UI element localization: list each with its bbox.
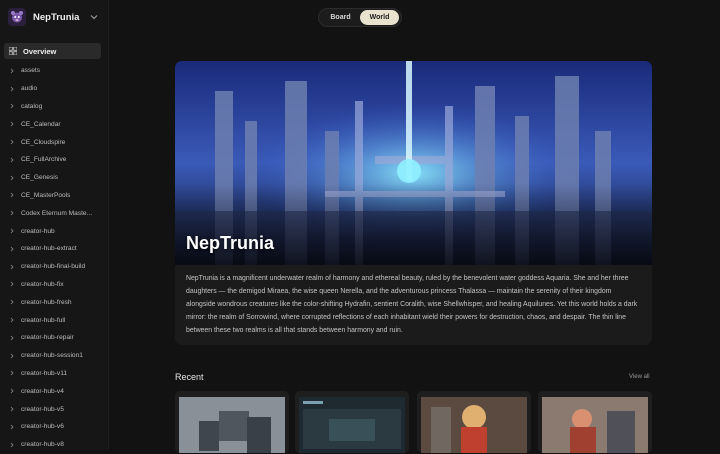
- view-all-link[interactable]: View all: [629, 374, 650, 380]
- sidebar-folder-item[interactable]: creator-hub-v8: [0, 436, 108, 454]
- chevron-right-icon[interactable]: [9, 317, 15, 323]
- sidebar-item-label: Overview: [23, 46, 57, 56]
- sidebar-folder-label: creator-hub-session1: [21, 352, 83, 360]
- view-toggle: Board World: [318, 8, 402, 27]
- chevron-right-icon[interactable]: [9, 103, 15, 109]
- sidebar-folder-item[interactable]: creator-hub-final-build: [0, 258, 108, 276]
- world-hero-card[interactable]: NepTrunia NepTrunia is a magnificent und…: [175, 61, 652, 345]
- chevron-right-icon[interactable]: [9, 210, 15, 216]
- chevron-right-icon[interactable]: [9, 281, 15, 287]
- sidebar-folder-item[interactable]: audio: [0, 80, 108, 98]
- sidebar-folder-item[interactable]: creator-hub-fix: [0, 276, 108, 294]
- chevron-right-icon[interactable]: [9, 442, 15, 448]
- sidebar-folder-label: Codex Eternum Maste...: [21, 209, 93, 217]
- sidebar-folder-item[interactable]: CE_FullArchive: [0, 151, 108, 169]
- sidebar-folder-label: creator-hub-v11: [21, 369, 68, 377]
- sidebar-item-overview[interactable]: Overview: [4, 43, 101, 59]
- world-description: NepTrunia is a magnificent underwater re…: [186, 275, 638, 334]
- chevron-right-icon[interactable]: [9, 335, 15, 341]
- chevron-right-icon[interactable]: [9, 121, 15, 127]
- sidebar-folder-label: creator-hub-final-build: [21, 263, 86, 271]
- chevron-right-icon[interactable]: [9, 192, 15, 198]
- sidebar-folder-item[interactable]: creator-hub-extract: [0, 240, 108, 258]
- sidebar-folder-item[interactable]: CE_Genesis: [0, 169, 108, 187]
- document-screenshot-thumbnail: [299, 397, 405, 453]
- sidebar-folder-label: creator-hub-v6: [21, 423, 64, 431]
- brand-logo-icon: [8, 8, 26, 26]
- sidebar-folder-label: CE_Genesis: [21, 174, 59, 182]
- sidebar-folder-item[interactable]: CE_Calendar: [0, 115, 108, 133]
- sidebar-folder-label: assets: [21, 67, 41, 75]
- recent-item-card[interactable]: [175, 391, 289, 453]
- sidebar-folder-item[interactable]: catalog: [0, 98, 108, 116]
- toggle-board-button[interactable]: Board: [321, 10, 360, 25]
- recent-item-card[interactable]: [538, 391, 652, 453]
- chevron-down-icon[interactable]: [89, 12, 99, 22]
- sidebar-folder-label: catalog: [21, 102, 43, 110]
- chevron-right-icon[interactable]: [9, 370, 15, 376]
- sidebar-folder-item[interactable]: creator-hub-v11: [0, 365, 108, 383]
- sidebar-folder-item[interactable]: Codex Eternum Maste...: [0, 204, 108, 222]
- mech-robot-thumbnail: [179, 397, 285, 453]
- sidebar-folder-item[interactable]: creator-hub-v6: [0, 418, 108, 436]
- toggle-world-button[interactable]: World: [360, 10, 399, 25]
- sidebar-folder-label: creator-hub-v8: [21, 441, 64, 449]
- sidebar-folder-item[interactable]: creator-hub-session1: [0, 347, 108, 365]
- sidebar-folder-label: creator-hub-repair: [21, 334, 74, 342]
- chevron-right-icon[interactable]: [9, 228, 15, 234]
- sidebar-folder-label: creator-hub-v4: [21, 387, 64, 395]
- chevron-right-icon[interactable]: [9, 424, 15, 430]
- sidebar-folder-item[interactable]: creator-hub-repair: [0, 329, 108, 347]
- grid-icon: [9, 47, 17, 55]
- sidebar-folder-label: CE_MasterPools: [21, 191, 71, 199]
- chevron-right-icon[interactable]: [9, 68, 15, 74]
- sidebar-folder-label: CE_FullArchive: [21, 156, 67, 164]
- chevron-right-icon[interactable]: [9, 353, 15, 359]
- sidebar-folder-label: creator-hub-extract: [21, 245, 77, 253]
- sidebar-folder-item[interactable]: creator-hub-v5: [0, 400, 108, 418]
- sidebar-folder-label: creator-hub-fresh: [21, 298, 72, 306]
- sidebar-folder-item[interactable]: creator-hub: [0, 222, 108, 240]
- sidebar: NepTrunia Overview assets audio catalog CE_…: [0, 0, 109, 450]
- workspace-switcher[interactable]: NepTrunia: [8, 7, 99, 27]
- sidebar-folder-label: CE_Calendar: [21, 120, 61, 128]
- chevron-right-icon[interactable]: [9, 175, 15, 181]
- sidebar-folder-item[interactable]: creator-hub-v4: [0, 382, 108, 400]
- world-title: NepTrunia: [186, 233, 275, 253]
- recent-item-card[interactable]: [417, 391, 531, 453]
- chevron-right-icon[interactable]: [9, 246, 15, 252]
- sidebar-folder-label: CE_Cloudspire: [21, 138, 66, 146]
- chevron-right-icon[interactable]: [9, 406, 15, 412]
- chevron-right-icon[interactable]: [9, 299, 15, 305]
- workspace-name: NepTrunia: [33, 11, 80, 23]
- chevron-right-icon[interactable]: [9, 157, 15, 163]
- sidebar-folder-label: creator-hub-v5: [21, 405, 64, 413]
- recent-item-card[interactable]: [295, 391, 409, 453]
- warrior-mech-thumbnail: [542, 397, 648, 453]
- sidebar-folder-item[interactable]: CE_MasterPools: [0, 187, 108, 205]
- sidebar-folder-label: creator-hub: [21, 227, 55, 235]
- sidebar-folder-item[interactable]: creator-hub-full: [0, 311, 108, 329]
- chevron-right-icon[interactable]: [9, 264, 15, 270]
- chevron-right-icon[interactable]: [9, 86, 15, 92]
- sidebar-folder-item[interactable]: assets: [0, 62, 108, 80]
- anime-warrior-thumbnail: [421, 397, 527, 453]
- sidebar-folder-label: creator-hub-fix: [21, 280, 64, 288]
- recent-heading: Recent: [175, 372, 204, 382]
- chevron-right-icon[interactable]: [9, 139, 15, 145]
- folder-list: assets audio catalog CE_Calendar CE_Cloudspi…: [0, 62, 108, 454]
- sidebar-folder-item[interactable]: CE_Cloudspire: [0, 133, 108, 151]
- sidebar-folder-label: creator-hub-full: [21, 316, 66, 324]
- sidebar-folder-label: audio: [21, 85, 38, 93]
- chevron-right-icon[interactable]: [9, 388, 15, 394]
- sidebar-folder-item[interactable]: creator-hub-fresh: [0, 293, 108, 311]
